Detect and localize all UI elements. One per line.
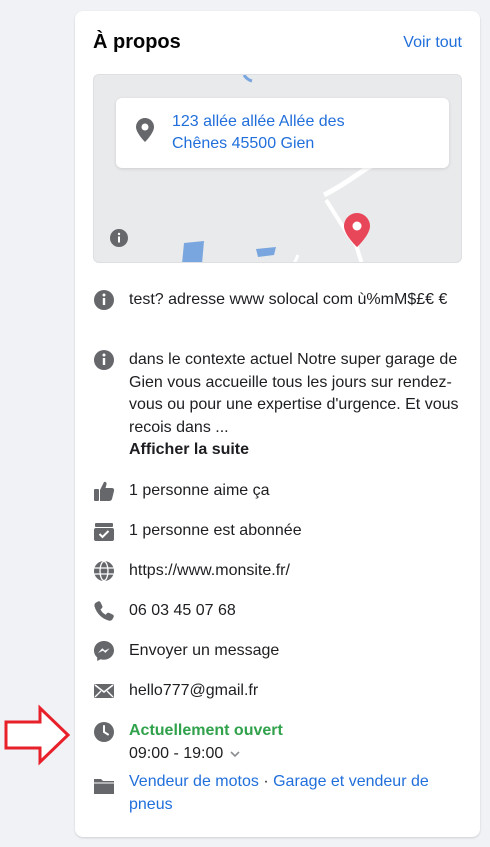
hours-text: 09:00 - 19:00 <box>129 744 224 762</box>
followers-text: 1 personne est abonnée <box>129 522 302 539</box>
category-separator: · <box>258 773 274 790</box>
send-message-link[interactable]: Envoyer un message <box>129 640 459 663</box>
description-text: dans le contexte actuel Notre super gara… <box>129 351 459 436</box>
categories-row: Vendeur de motos · Garage et vendeur de … <box>93 771 463 819</box>
chevron-down-icon <box>230 751 240 757</box>
about-card: À propos Voir tout 123 allée allée Allée… <box>75 11 480 837</box>
show-more-link[interactable]: Afficher la suite <box>129 439 459 462</box>
info-text: test? adresse www solocal com ù%mM$£€ € <box>129 291 448 308</box>
phone-number[interactable]: 06 03 45 07 68 <box>129 600 459 623</box>
see-all-link[interactable]: Voir tout <box>403 34 462 52</box>
likes-text: 1 personne aime ça <box>129 482 270 499</box>
website-link[interactable]: https://www.monsite.fr/ <box>129 560 459 583</box>
map-preview[interactable]: 123 allée allée Allée des Chênes 45500 G… <box>93 74 462 263</box>
info-row-address-note: test? adresse www solocal com ù%mM$£€ € <box>93 289 463 337</box>
hours-row: Actuellement ouvert 09:00 - 19:00 <box>93 720 463 768</box>
phone-icon <box>94 601 114 621</box>
phone-row: 06 03 45 07 68 <box>93 600 463 624</box>
address-line1: 123 allée allée Allée des <box>172 113 345 130</box>
thumbs-up-icon <box>94 481 115 501</box>
envelope-icon <box>94 684 114 698</box>
follow-check-icon <box>94 523 114 541</box>
info-icon[interactable] <box>110 229 128 247</box>
open-status: Actuellement ouvert <box>129 722 283 739</box>
likes-row: 1 personne aime ça <box>93 480 463 504</box>
message-row: Envoyer un message <box>93 640 463 664</box>
messenger-icon <box>94 641 114 661</box>
address-box[interactable]: 123 allée allée Allée des Chênes 45500 G… <box>116 98 449 168</box>
category-icon <box>94 779 114 794</box>
info-row-description: dans le contexte actuel Notre super gara… <box>93 349 463 464</box>
email-row: hello777@gmail.fr <box>93 680 463 704</box>
hours-block: Actuellement ouvert 09:00 - 19:00 <box>129 720 459 765</box>
website-row: https://www.monsite.fr/ <box>93 560 463 584</box>
address-line2: Chênes 45500 Gien <box>172 135 315 152</box>
info-icon <box>94 350 114 370</box>
globe-icon <box>94 560 114 582</box>
address-text[interactable]: 123 allée allée Allée des Chênes 45500 G… <box>172 111 372 155</box>
followers-row: 1 personne est abonnée <box>93 520 463 544</box>
hours-dropdown[interactable]: 09:00 - 19:00 <box>129 743 459 766</box>
categories-text: Vendeur de motos · Garage et vendeur de … <box>129 771 459 816</box>
about-header: À propos Voir tout <box>93 31 462 54</box>
category-link-motos[interactable]: Vendeur de motos <box>129 773 259 790</box>
clock-icon <box>94 722 114 742</box>
email-link[interactable]: hello777@gmail.fr <box>129 680 459 703</box>
red-arrow-icon <box>4 704 71 766</box>
description: dans le contexte actuel Notre super gara… <box>129 349 459 462</box>
about-title: À propos <box>93 31 181 53</box>
map-marker-icon <box>344 213 370 247</box>
location-pin-icon <box>136 118 154 142</box>
info-icon <box>94 290 114 310</box>
